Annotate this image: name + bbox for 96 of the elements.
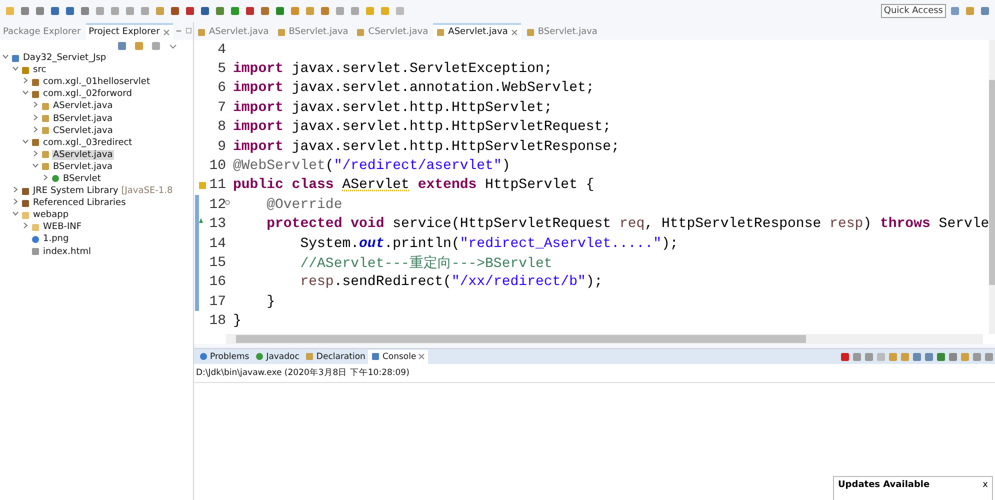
tree-item[interactable]: com.xgl._03redirect	[42, 138, 134, 148]
toolbar-icon[interactable]	[49, 5, 61, 17]
tree-item[interactable]: Day32_Serviet_Jsp	[22, 53, 108, 64]
view-tab[interactable]: Javadoc	[252, 350, 302, 364]
view-tab[interactable]: Project Explorer	[86, 22, 173, 40]
code-line: protected void service(HttpServletRequest req, HttpServletResponse resp) throws Servle	[266, 216, 990, 232]
tree-item[interactable]: AServlet.java	[52, 101, 114, 112]
line-number: 11	[209, 177, 226, 194]
toolbar-icon[interactable]	[259, 5, 271, 17]
code-line: //AServlet---重定向--->BServlet	[299, 254, 552, 272]
toolbar-icon[interactable]	[244, 5, 256, 17]
code-line: import javax.servlet.ServletException;	[232, 61, 552, 78]
toolbar-icon[interactable]	[34, 5, 46, 17]
console-process-label: D:\Jdk\bin\javaw.exe (2020年3月8日 下午10:28:09)	[194, 364, 995, 383]
toolbar-icon[interactable]	[64, 5, 76, 17]
console-toolbar-icon[interactable]	[959, 350, 971, 362]
console-toolbar-icon[interactable]	[899, 350, 911, 362]
toolbar-icon[interactable]	[274, 5, 286, 17]
line-number: 15	[209, 254, 226, 271]
fold-icon[interactable]	[225, 200, 230, 206]
tree-item[interactable]: JRE System Library [JavaSE-1.8	[32, 186, 174, 196]
tree-item[interactable]: WEB-INF	[42, 222, 83, 232]
close-icon[interactable]	[418, 353, 426, 360]
line-number: 12	[209, 196, 226, 213]
toolbar-icon[interactable]	[319, 5, 331, 17]
tree-item[interactable]: AServlet.java	[52, 150, 114, 160]
tree-item[interactable]: BServlet	[62, 174, 102, 184]
code-line: resp.sendRedirect("/xx/redirect/b");	[299, 274, 603, 290]
editor-tab[interactable]: BServlet.java	[274, 22, 352, 40]
code-line: import javax.servlet.http.HttpServletResponse;	[232, 138, 620, 155]
close-icon[interactable]	[510, 28, 518, 36]
quick-access-field[interactable]: Quick Access	[880, 4, 946, 18]
code-line: @Override	[266, 196, 342, 213]
toolbar-icon[interactable]	[289, 5, 301, 17]
code-line: import javax.servlet.http.HttpServlet;	[232, 100, 552, 116]
vertical-scrollbar[interactable]	[989, 40, 995, 334]
code-line: System.out.println("redirect_Aservlet.....");	[299, 236, 678, 252]
toolbar-icon[interactable]	[19, 5, 31, 17]
code-line: @WebServlet("/redirect/aservlet")	[232, 158, 510, 174]
console-toolbar-icon[interactable]	[947, 350, 959, 362]
code-line: import javax.servlet.http.HttpServletRequest;	[232, 119, 612, 136]
code-line: public class AServlet extends HttpServlet {	[232, 177, 594, 194]
horizontal-scrollbar[interactable]	[226, 334, 983, 344]
line-number: 13	[209, 216, 226, 232]
close-icon[interactable]	[162, 28, 170, 36]
editor-tab[interactable]: CServlet.java	[353, 22, 432, 40]
line-number: 7	[218, 100, 226, 116]
toolbar-icon[interactable]	[169, 5, 181, 17]
line-number: 16	[209, 274, 226, 290]
code-line: import javax.servlet.annotation.WebServlet;	[232, 80, 594, 96]
editor-tab[interactable]: BServlet.java	[522, 22, 600, 40]
line-number: 18	[209, 313, 226, 330]
tree-item[interactable]: src	[32, 65, 48, 76]
override-marker-icon	[199, 218, 203, 223]
console-toolbar-icon[interactable]	[923, 350, 935, 362]
tree-item[interactable]: BServlet.java	[52, 114, 114, 124]
console-toolbar-icon[interactable]	[839, 350, 851, 362]
line-number: 4	[218, 42, 226, 58]
console-toolbar-icon[interactable]	[863, 350, 875, 362]
editor-tab[interactable]: AServlet.java	[433, 22, 521, 40]
console-toolbar-icon[interactable]	[971, 350, 983, 362]
view-tab[interactable]: Problems	[196, 350, 252, 364]
tree-item[interactable]: com.xgl._02forword	[42, 89, 133, 100]
console-toolbar-icon[interactable]	[911, 350, 923, 362]
tree-item[interactable]: webapp	[32, 210, 70, 220]
tree-item[interactable]: CServlet.java	[52, 126, 114, 136]
code-line: }	[266, 294, 276, 310]
editor-tab[interactable]: AServlet.java	[194, 22, 272, 40]
warning-marker-icon	[199, 182, 206, 189]
line-number: 9	[218, 138, 226, 155]
line-number: 10	[209, 158, 226, 174]
notification-title: Updates Available	[838, 480, 930, 492]
view-tab[interactable]: Console	[368, 350, 428, 364]
tree-item[interactable]: BServlet.java	[52, 162, 114, 172]
console-toolbar-icon[interactable]	[935, 350, 947, 362]
toolbar-icon[interactable]	[229, 5, 241, 17]
close-button[interactable]: x	[982, 480, 988, 500]
toolbar-icon[interactable]	[184, 5, 196, 17]
toolbar-icon[interactable]	[79, 5, 91, 17]
line-number: 14	[209, 236, 226, 252]
toolbar-icon[interactable]	[199, 5, 211, 17]
view-tab[interactable]: Declaration	[302, 350, 368, 364]
tree-item[interactable]: index.html	[42, 246, 92, 257]
tree-item[interactable]: com.xgl._01helloservlet	[42, 77, 152, 88]
line-number: 8	[218, 119, 226, 136]
tree-item[interactable]: 1.png	[42, 234, 70, 244]
toolbar-icon[interactable]	[214, 5, 226, 17]
console-toolbar-icon[interactable]	[851, 350, 863, 362]
line-number: 5	[218, 61, 226, 78]
console-toolbar-icon[interactable]	[983, 350, 995, 362]
line-number: 17	[209, 294, 226, 310]
code-line: }	[232, 313, 242, 330]
tree-item[interactable]: Referenced Libraries	[32, 198, 127, 208]
line-number: 6	[218, 80, 226, 96]
console-toolbar-icon[interactable]	[887, 350, 899, 362]
view-tab[interactable]: Package Explorer	[0, 22, 84, 40]
